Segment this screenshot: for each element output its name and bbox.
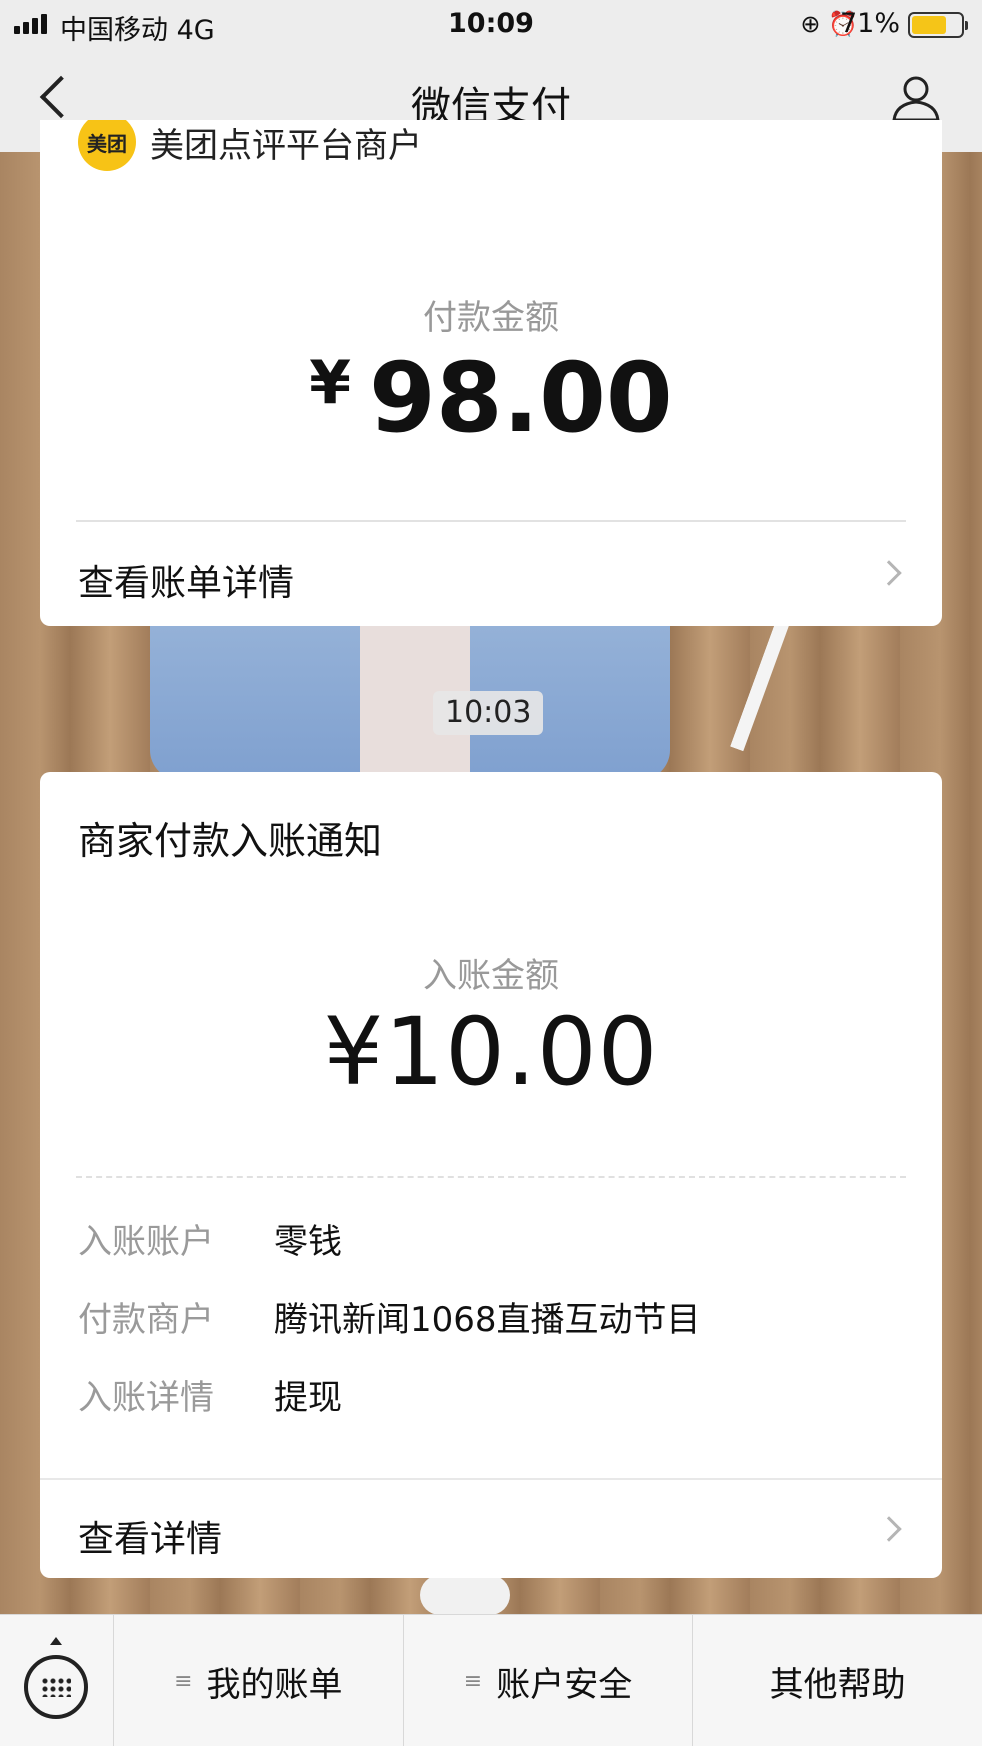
menu-label: 账户安全 [496, 1664, 633, 1705]
menu-label: 其他帮助 [769, 1664, 906, 1705]
divider [76, 520, 906, 522]
keyboard-icon [24, 1655, 88, 1719]
payment-amount-label: 付款金额 [423, 298, 559, 338]
menu-icon: ≡ [463, 1668, 483, 1694]
merchant-row: 美团 美团点评平台商户 [78, 120, 422, 172]
menu-other-help[interactable]: 其他帮助 [693, 1615, 982, 1746]
battery-percent: 71% [839, 8, 900, 39]
user-icon[interactable] [890, 72, 942, 124]
info-key: 入账详情 [78, 1378, 214, 1418]
menu-account-security[interactable]: ≡ 账户安全 [404, 1615, 694, 1746]
info-row: 付款商户 腾讯新闻1068直播互动节目 [78, 1292, 701, 1370]
income-amount-label: 入账金额 [423, 956, 559, 996]
rotation-lock-icon: ⊕ [800, 10, 821, 38]
payment-card: 美团 美团点评平台商户 付款金额 ¥98.00 查看账单详情 [40, 120, 942, 626]
caret-up-icon [50, 1637, 62, 1645]
background-photo-jacket [150, 600, 670, 780]
info-value: 零钱 [274, 1222, 342, 1262]
status-bar: 中国移动 4G 10:09 ⊕ ⏰ 71% [0, 0, 982, 50]
income-amount: ¥10.00 [323, 998, 659, 1107]
background-photo-shoe [420, 1575, 510, 1615]
menu-my-bills[interactable]: ≡ 我的账单 [114, 1615, 404, 1746]
payment-amount-value: 98.00 [369, 342, 673, 454]
info-row: 入账详情 提现 [78, 1370, 701, 1448]
menu-label: 我的账单 [206, 1664, 343, 1705]
bottom-menu-bar: ≡ 我的账单 ≡ 账户安全 其他帮助 [0, 1614, 982, 1746]
menu-icon: ≡ [174, 1668, 193, 1694]
chevron-right-icon [876, 560, 902, 586]
message-timestamp: 10:03 [433, 691, 544, 735]
view-bill-detail-row[interactable]: 查看账单详情 [40, 524, 942, 624]
merchant-name: 美团点评平台商户 [150, 125, 422, 166]
chevron-right-icon [876, 1516, 902, 1542]
view-detail-row[interactable]: 查看详情 [40, 1480, 942, 1578]
merchant-logo: 美团 [78, 120, 136, 171]
keyboard-toggle[interactable] [0, 1615, 114, 1746]
notice-title: 商家付款入账通知 [78, 819, 383, 863]
info-value: 腾讯新闻1068直播互动节目 [274, 1300, 701, 1340]
view-bill-detail-label: 查看账单详情 [78, 563, 295, 604]
payment-amount: ¥98.00 [40, 342, 942, 454]
info-row: 入账账户 零钱 [78, 1214, 701, 1292]
info-value: 提现 [274, 1378, 342, 1418]
info-key: 入账账户 [78, 1222, 214, 1262]
currency-symbol: ¥ [309, 348, 352, 418]
dashed-divider [76, 1176, 906, 1178]
info-list: 入账账户 零钱 付款商户 腾讯新闻1068直播互动节目 入账详情 提现 [78, 1214, 701, 1448]
view-detail-label: 查看详情 [78, 1519, 223, 1560]
info-key: 付款商户 [78, 1300, 214, 1340]
income-notice-card: 商家付款入账通知 入账金额 ¥10.00 入账账户 零钱 付款商户 腾讯新闻10… [40, 772, 942, 1578]
battery-icon [908, 12, 968, 38]
